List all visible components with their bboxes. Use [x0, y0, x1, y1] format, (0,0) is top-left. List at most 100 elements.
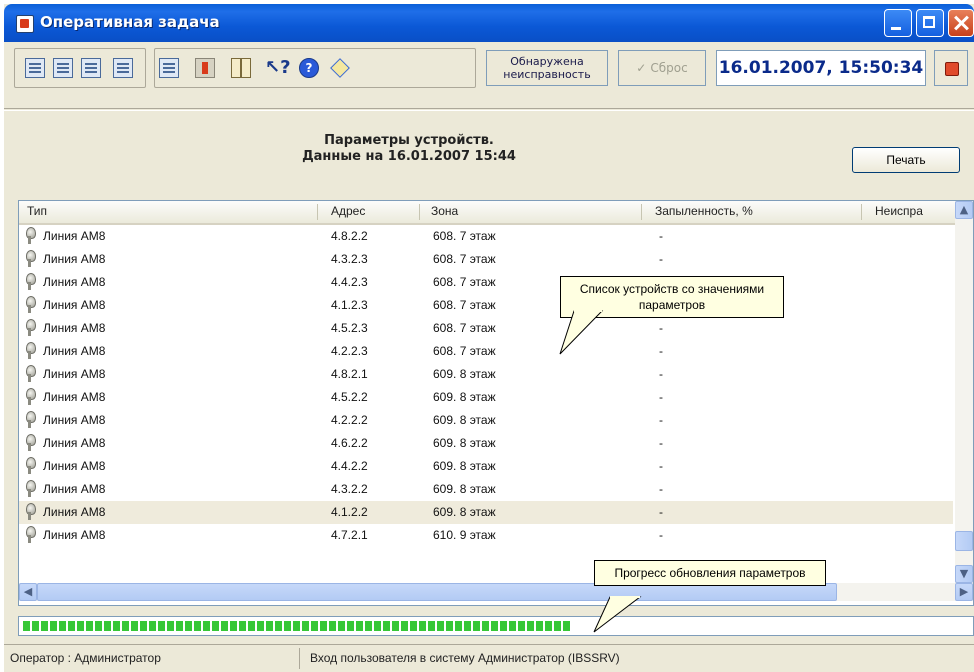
cell-dust: -	[659, 344, 663, 358]
toolbar-doc-icon[interactable]	[81, 58, 101, 78]
cell-dust: -	[659, 482, 663, 496]
toolbar-doc-icon[interactable]	[113, 58, 133, 78]
scroll-thumb[interactable]	[955, 531, 973, 551]
check-icon: ✓	[636, 61, 647, 75]
vertical-scrollbar[interactable]: ▲ ▼	[955, 201, 973, 583]
window-title: Оперативная задача	[40, 13, 220, 31]
table-row[interactable]: Линия АМ8 4.5.2.2 609. 8 этаж -	[19, 386, 953, 409]
toolbar-doc-icon[interactable]	[53, 58, 73, 78]
cell-zone: 608. 7 этаж	[433, 298, 496, 312]
cell-address: 4.2.2.3	[331, 344, 368, 358]
table-row[interactable]: Линия АМ8 4.2.2.2 609. 8 этаж -	[19, 409, 953, 432]
column-header-zone[interactable]: Зона	[431, 204, 458, 218]
toolbar-group-views	[14, 48, 146, 88]
table-row[interactable]: Линия АМ8 4.7.2.1 610. 9 этаж -	[19, 524, 953, 547]
cell-type: Линия АМ8	[43, 367, 106, 381]
cell-address: 4.7.2.1	[331, 528, 368, 542]
column-header-address[interactable]: Адрес	[331, 204, 365, 218]
device-sensor-icon	[23, 457, 37, 475]
minimize-icon[interactable]	[884, 9, 912, 37]
device-sensor-icon	[23, 503, 37, 521]
scroll-right-icon[interactable]: ▶	[955, 583, 973, 601]
device-list[interactable]: Тип Адрес Зона Запыленность, % Неиспра Л…	[18, 200, 974, 606]
device-sensor-icon	[23, 319, 37, 337]
cell-address: 4.6.2.2	[331, 436, 368, 450]
cell-address: 4.8.2.2	[331, 229, 368, 243]
list-header: Тип Адрес Зона Запыленность, % Неиспра	[19, 201, 973, 225]
cell-address: 4.4.2.2	[331, 459, 368, 473]
help-pointer-icon[interactable]: ↖?	[265, 58, 291, 78]
cell-type: Линия АМ8	[43, 459, 106, 473]
table-row[interactable]: Линия АМ8 4.8.2.1 609. 8 этаж -	[19, 363, 953, 386]
table-row[interactable]: Линия АМ8 4.6.2.2 609. 8 этаж -	[19, 432, 953, 455]
cell-dust: -	[659, 413, 663, 427]
cell-type: Линия АМ8	[43, 413, 106, 427]
cell-type: Линия АМ8	[43, 229, 106, 243]
table-row[interactable]: Линия АМ84.1.2.3608. 7 этаж-	[19, 294, 953, 317]
table-row[interactable]: Линия АМ8 4.1.2.2 609. 8 этаж -	[19, 501, 953, 524]
scroll-down-icon[interactable]: ▼	[955, 565, 973, 583]
print-button[interactable]: Печать	[852, 147, 960, 173]
cell-zone: 608. 7 этаж	[433, 321, 496, 335]
callout-progress: Прогресс обновления параметров	[594, 560, 826, 586]
scroll-left-icon[interactable]: ◀	[19, 583, 37, 601]
cell-zone: 608. 7 этаж	[433, 252, 496, 266]
table-row[interactable]: Линия АМ8 4.8.2.2 608. 7 этаж -	[19, 225, 953, 248]
cell-address: 4.2.2.2	[331, 413, 368, 427]
fault-detected-indicator: Обнаружена неисправность	[486, 50, 608, 86]
column-header-fault[interactable]: Неиспра	[875, 204, 923, 218]
column-divider[interactable]	[641, 204, 642, 220]
column-divider[interactable]	[861, 204, 862, 220]
cell-dust: -	[659, 321, 663, 335]
cell-zone: 609. 8 этаж	[433, 505, 496, 519]
cell-dust: -	[659, 252, 663, 266]
device-sensor-icon	[23, 388, 37, 406]
status-divider	[299, 648, 300, 669]
reset-button[interactable]: ✓ Сброс	[618, 50, 706, 86]
toolbar: ↖? ? Обнаружена неисправность ✓ Сброс 16.…	[4, 42, 974, 109]
column-divider[interactable]	[419, 204, 420, 220]
toolbar-group-actions: ↖? ?	[154, 48, 476, 88]
diamond-icon[interactable]	[330, 58, 350, 78]
column-divider[interactable]	[317, 204, 318, 220]
report-date: Данные на 16.01.2007 15:44	[302, 149, 516, 164]
table-row[interactable]: Линия АМ8 4.4.2.2 609. 8 этаж -	[19, 455, 953, 478]
toolbar-doc-icon[interactable]	[159, 58, 179, 78]
title-bar[interactable]: Оперативная задача	[4, 4, 974, 42]
cell-address: 4.1.2.2	[331, 505, 368, 519]
table-row[interactable]: Линия АМ8 4.2.2.3 608. 7 этаж -	[19, 340, 953, 363]
column-header-dust[interactable]: Запыленность, %	[655, 204, 753, 218]
cell-address: 4.4.2.3	[331, 275, 368, 289]
reset-label: Сброс	[650, 61, 688, 75]
cell-type: Линия АМ8	[43, 275, 106, 289]
column-header-type[interactable]: Тип	[27, 204, 47, 218]
horizontal-scrollbar[interactable]: ◀ ▶	[19, 583, 973, 601]
alarm-icon[interactable]	[195, 58, 215, 78]
help-circle-icon[interactable]: ?	[299, 58, 319, 78]
device-sensor-icon	[23, 342, 37, 360]
maximize-icon[interactable]	[916, 9, 944, 37]
cell-zone: 609. 8 этаж	[433, 367, 496, 381]
device-sensor-icon	[23, 434, 37, 452]
toolbar-book-icon[interactable]	[231, 58, 251, 78]
table-row[interactable]: Линия АМ8 4.3.2.2 609. 8 этаж -	[19, 478, 953, 501]
table-row[interactable]: Линия АМ8 4.5.2.3 608. 7 этаж -	[19, 317, 953, 340]
cell-address: 4.3.2.2	[331, 482, 368, 496]
toolbar-doc-icon[interactable]	[25, 58, 45, 78]
cell-type: Линия АМ8	[43, 482, 106, 496]
scroll-up-icon[interactable]: ▲	[955, 201, 973, 219]
app-icon	[16, 15, 34, 33]
close-icon[interactable]	[948, 9, 974, 37]
cell-address: 4.3.2.3	[331, 252, 368, 266]
cell-dust: -	[659, 436, 663, 450]
table-row[interactable]: Линия АМ8 4.3.2.3 608. 7 этаж -	[19, 248, 953, 271]
device-sensor-icon	[23, 480, 37, 498]
cell-dust: -	[659, 367, 663, 381]
cell-zone: 609. 8 этаж	[433, 459, 496, 473]
cell-zone: 609. 8 этаж	[433, 482, 496, 496]
device-sensor-icon	[23, 365, 37, 383]
stop-icon[interactable]	[934, 50, 968, 86]
table-row[interactable]: Линия АМ84.4.2.3608. 7 этаж-	[19, 271, 953, 294]
list-rows: Линия АМ8 4.8.2.2 608. 7 этаж - Линия АМ8 4.3…	[19, 225, 953, 547]
device-sensor-icon	[23, 526, 37, 544]
